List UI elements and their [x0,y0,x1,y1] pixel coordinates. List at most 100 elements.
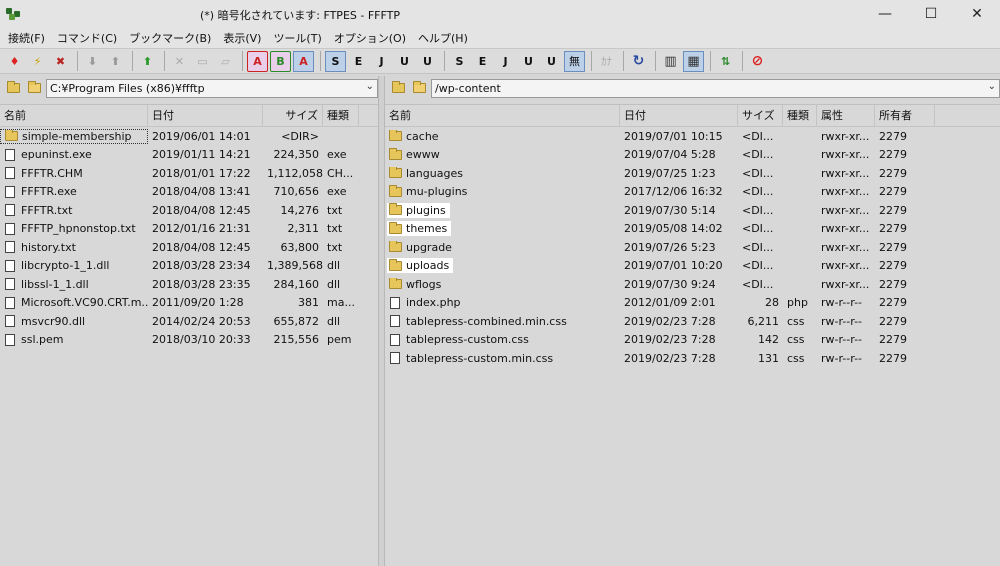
quick-connect-icon[interactable]: ⚡ [27,51,48,72]
menu-options[interactable]: オプション(O) [328,30,412,46]
file-name: msvcr90.dll [21,314,86,328]
chevron-down-icon[interactable]: ⌄ [366,81,374,92]
table-row[interactable]: Microsoft.VC90.CRT.m... 2011/09/20 1:28 38… [0,294,378,313]
col-owner[interactable]: 所有者 [875,104,935,127]
remote-sjis-icon[interactable]: S [449,51,470,72]
table-row[interactable]: history.txt 2018/04/08 12:45 63,800 txt [0,238,378,257]
table-row[interactable]: FFFTR.txt 2018/04/08 12:45 14,276 txt [0,201,378,220]
sync-browse-icon[interactable]: ⇅ [715,51,736,72]
menu-bookmark[interactable]: ブックマーク(B) [123,30,217,46]
up-folder-icon[interactable] [4,79,23,98]
table-row[interactable]: libssl-1_1.dll 2018/03/28 23:35 284,160 dll [0,275,378,294]
menu-tools[interactable]: ツール(T) [267,30,327,46]
col-attr[interactable]: 属性 [817,104,875,127]
file-type: css [787,351,805,365]
remote-utf8-icon[interactable]: U [518,51,539,72]
stop-icon[interactable]: ⊘ [747,51,768,72]
col-name[interactable]: 名前 [385,104,620,127]
table-row[interactable]: msvcr90.dll 2014/02/24 20:53 655,872 dll [0,312,378,331]
file-date: 2019/07/30 5:14 [624,203,716,217]
menu-help[interactable]: ヘルプ(H) [412,30,474,46]
mkdir-icon[interactable]: ▱ [215,51,236,72]
remote-euc-icon[interactable]: E [472,51,493,72]
file-name: libcrypto-1_1.dll [21,259,110,273]
menu-command[interactable]: コマンド(C) [51,30,123,46]
table-row[interactable]: cache 2019/07/01 10:15 <DI... rwxr-xr... 227… [385,127,1000,146]
file-size: <DI... [742,185,774,199]
file-attr: rwxr-xr... [821,259,870,273]
mirror-upload-icon[interactable]: ⬆ [137,51,158,72]
file-name: simple-membership [22,129,132,143]
table-row[interactable]: upgrade 2019/07/26 5:23 <DI... rwxr-xr... 22… [385,238,1000,257]
table-row[interactable]: FFFTR.CHM 2018/01/01 17:22 1,112,058 CH... [0,164,378,183]
open-folder-icon[interactable] [410,79,429,98]
rename-icon[interactable]: ▭ [192,51,213,72]
refresh-icon[interactable]: ↻ [628,51,649,72]
download-icon[interactable]: ⬇ [82,51,103,72]
close-button[interactable]: ✕ [954,0,1000,28]
remote-utf8bom-icon[interactable]: U [541,51,562,72]
menu-view[interactable]: 表示(V) [217,30,267,46]
folder-icon [389,166,402,179]
delete-icon[interactable]: ✕ [169,51,190,72]
col-size[interactable]: サイズ [738,104,783,127]
table-row[interactable]: plugins 2019/07/30 5:14 <DI... rwxr-xr... 22… [385,201,1000,220]
table-row[interactable]: mu-plugins 2017/12/06 16:32 <DI... rwxr-xr.… [385,183,1000,202]
table-row[interactable]: tablepress-combined.min.css 2019/02/23 7:… [385,312,1000,331]
local-utf8bom-icon[interactable]: U [417,51,438,72]
remote-path-field[interactable]: /wp-content ⌄ [431,78,1000,98]
table-row[interactable]: FFFTR.exe 2018/04/08 13:41 710,656 exe [0,183,378,202]
up-folder-icon[interactable] [389,79,408,98]
table-row[interactable]: tablepress-custom.min.css 2019/02/23 7:28… [385,349,1000,368]
table-row[interactable]: tablepress-custom.css 2019/02/23 7:28 142 c… [385,331,1000,350]
local-utf8-icon[interactable]: U [394,51,415,72]
file-size: 284,160 [273,277,320,291]
list-view-icon[interactable]: ▥ [660,51,681,72]
table-row[interactable]: themes 2019/05/08 14:02 <DI... rwxr-xr... 22… [385,220,1000,239]
connect-icon[interactable]: ♦ [4,51,25,72]
file-size: 1,112,058 [267,166,323,180]
pane-splitter[interactable] [378,76,385,566]
table-row[interactable]: wflogs 2019/07/30 9:24 <DI... rwxr-xr... 227… [385,275,1000,294]
col-type[interactable]: 種類 [323,104,359,127]
toolbar: ♦ ⚡ ✖ ⬇ ⬆ ⬆ ✕ ▭ ▱ A B A S E J U U S E J … [0,48,1000,74]
file-name-cell: Microsoft.VC90.CRT.m... [0,296,148,309]
local-sjis-icon[interactable]: S [325,50,346,72]
col-size[interactable]: サイズ [263,104,323,127]
table-row[interactable]: ssl.pem 2018/03/10 20:33 215,556 pem [0,331,378,350]
table-row[interactable]: libcrypto-1_1.dll 2018/03/28 23:34 1,389,5… [0,257,378,276]
remote-jis-icon[interactable]: J [495,51,516,72]
table-row[interactable]: languages 2019/07/25 1:23 <DI... rwxr-xr...… [385,164,1000,183]
table-row[interactable]: FFFTP_hpnonstop.txt 2012/01/16 21:31 2,311… [0,220,378,239]
menu-connect[interactable]: 接続(F) [2,30,51,46]
table-row[interactable]: uploads 2019/07/01 10:20 <DI... rwxr-xr... 2… [385,257,1000,276]
table-row[interactable]: index.php 2012/01/09 2:01 28 php rw-r--r-- 22… [385,294,1000,313]
ascii-mode-icon[interactable]: A [247,50,268,72]
table-row[interactable]: ewww 2019/07/04 5:28 <DI... rwxr-xr... 2279 [385,146,1000,165]
binary-mode-icon[interactable]: B [270,50,291,72]
kana-convert-icon[interactable]: ｶﾅ [596,51,617,72]
table-row[interactable]: simple-membership 2019/06/01 14:01 <DIR> [0,127,378,146]
auto-mode-icon[interactable]: A [293,50,314,72]
col-type[interactable]: 種類 [783,104,817,127]
chevron-down-icon[interactable]: ⌄ [988,81,996,92]
disconnect-icon[interactable]: ✖ [50,51,71,72]
local-path-field[interactable]: C:¥Program Files (x86)¥ffftp ⌄ [46,78,378,98]
maximize-button[interactable]: ☐ [908,0,954,28]
local-jis-icon[interactable]: J [371,51,392,72]
remote-file-list[interactable]: 名前 日付 サイズ 種類 属性 所有者 cache 2019/07/01 10:1… [385,104,1000,566]
local-file-list[interactable]: 名前 日付 サイズ 種類 simple-membership 2019/06/01… [0,104,378,566]
col-date[interactable]: 日付 [148,104,263,127]
col-date[interactable]: 日付 [620,104,738,127]
local-euc-icon[interactable]: E [348,51,369,72]
col-name[interactable]: 名前 [0,104,148,127]
no-conversion-icon[interactable]: 無 [564,50,585,72]
file-name: FFFTP_hpnonstop.txt [21,222,136,236]
minimize-button[interactable]: — [862,0,908,28]
file-attr: rw-r--r-- [821,333,863,347]
toolbar-divider [655,51,656,71]
detail-view-icon[interactable]: ▦ [683,50,704,72]
upload-icon[interactable]: ⬆ [105,51,126,72]
table-row[interactable]: epuninst.exe 2019/01/11 14:21 224,350 exe [0,146,378,165]
open-folder-icon[interactable] [25,79,44,98]
